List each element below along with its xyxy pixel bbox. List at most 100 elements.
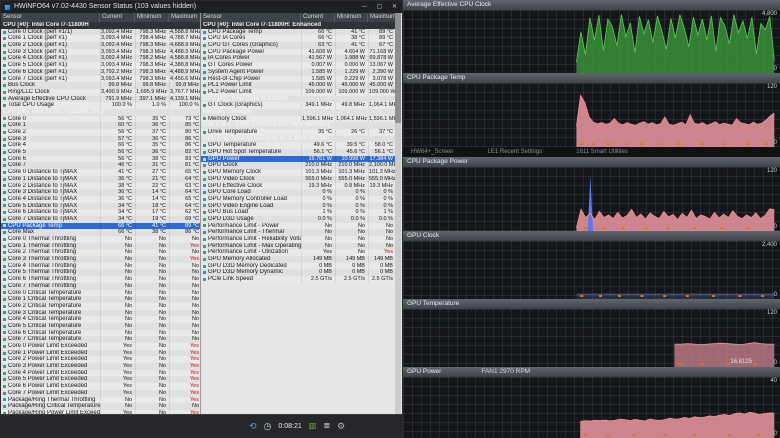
sensor-row[interactable]: Performance Limit - Reliability VoltageN… xyxy=(201,236,395,243)
sensor-row[interactable]: GPU Memory Controller Load0 %0 %0 % xyxy=(201,196,395,203)
sensor-row[interactable]: Core Max66 °C38 °C86 °C xyxy=(1,229,200,236)
column-header-sensor[interactable]: Sensor xyxy=(1,13,100,22)
sensor-row[interactable]: Core 3 Distance to TjMAX36 °C14 °C64 °C xyxy=(1,189,200,196)
sensor-row[interactable]: Core 7 Thermal ThrottlingNoNoNo xyxy=(1,283,200,290)
sensor-section-header[interactable]: CPU [#0]: Intel Core i7-11800H: Enhanced xyxy=(201,22,395,29)
sensor-row[interactable]: Core 5 Distance to TjMAX34 °C18 °C64 °C xyxy=(1,203,200,210)
sensor-row[interactable]: Bus Clock99.8 MHz99.8 MHz99.8 MHz xyxy=(1,82,200,89)
sensor-row[interactable]: Core 1 Distance to TjMAX36 °C21 °C64 °C xyxy=(1,176,200,183)
sensor-row[interactable]: Core 6 Distance to TjMAX34 °C17 °C62 °C xyxy=(1,209,200,216)
sensor-row[interactable]: Core 2 Clock (perf #1)3,092.4 MHz798.3 M… xyxy=(1,42,200,49)
sensor-row[interactable]: Core 7 Clock (perf #1)3,093.4 MHz798.3 M… xyxy=(1,76,200,83)
sensor-row[interactable]: GPU Hot Spot Temperature56.1 °C45.6 °C56… xyxy=(201,149,395,156)
sensor-row[interactable]: GPU Power16.761 W10.998 W17.384 W xyxy=(201,156,395,163)
sensor-row[interactable]: GT Clock (Graphics)349.1 MHz49.8 MHz1,06… xyxy=(201,102,395,109)
column-header-current[interactable]: Current xyxy=(100,13,135,22)
column-header-current[interactable]: Current xyxy=(301,13,335,22)
sensor-row[interactable]: Core 746 °C31 °C81 °C xyxy=(1,162,200,169)
graph-icon[interactable]: ▥ xyxy=(309,415,317,437)
sensor-row[interactable]: Performance Limit - ThermalNoNoNo xyxy=(201,229,395,236)
sensor-row[interactable]: Average Effective CPU Clock791.9 MHz397.… xyxy=(1,96,200,103)
settings-gear-icon[interactable]: ⚙ xyxy=(337,415,345,437)
sensor-row[interactable]: Core 0 Distance to TjMAX41 °C27 °C65 °C xyxy=(1,169,200,176)
sensor-row[interactable]: Core 5 Critical TemperatureNoNoNo xyxy=(1,323,200,330)
sensor-row[interactable]: Core 3 Critical TemperatureNoNoNo xyxy=(1,310,200,317)
graph-titlebar[interactable]: GPU PowerFAN1 2970 RPM xyxy=(403,367,780,377)
sensor-row[interactable]: GPU Temperature49.6 °C39.5 °C58.0 °C xyxy=(201,142,395,149)
column-header-minimum[interactable]: Minimum xyxy=(135,13,169,22)
graph-titlebar[interactable]: Average Effective CPU Clock xyxy=(403,0,780,10)
sensor-section-header[interactable]: GPU [#1]: NVIDIA GeForce RTX 3070 Mobile xyxy=(201,136,395,143)
sensor-row[interactable]: PCIe Link Speed2.5 GT/s2.5 GT/s2.5 GT/s xyxy=(201,276,395,283)
sensor-row[interactable]: Core 4 Distance to TjMAX36 °C14 °C65 °C xyxy=(1,196,200,203)
sensor-row[interactable]: Core 5 Power Limit ExceededYesNoYes xyxy=(1,376,200,383)
sensor-row[interactable]: Core 3 Thermal ThrottlingNoNoYes xyxy=(1,256,200,263)
sensor-row[interactable]: Core 556 °C36 °C82 °C xyxy=(1,149,200,156)
sensor-row[interactable]: Core 0 Clock (perf #1/1)3,092.4 MHz798.3… xyxy=(1,29,200,36)
sensor-row[interactable]: Core 7 Critical TemperatureNoNoNo xyxy=(1,336,200,343)
sensor-row[interactable]: Core 056 °C35 °C73 °C xyxy=(1,116,200,123)
graph-titlebar[interactable]: GPU Temperature xyxy=(403,299,780,309)
sensor-row[interactable]: Core 5 Thermal ThrottlingNoNoNo xyxy=(1,269,200,276)
sensor-section-header[interactable]: CPU [#0]: Intel Core i7-11800H: DTS xyxy=(1,109,200,116)
sensor-row[interactable]: Core 160 °C36 °C85 °C xyxy=(1,122,200,129)
window-titlebar[interactable]: HWiNFO64 v7.02-4430 Sensor Status (103 v… xyxy=(1,1,402,13)
sensor-section-header[interactable]: CPU [#0]: Intel Core i7-11800H xyxy=(1,22,200,29)
sensor-row[interactable]: Core 7 Distance to TjMAX34 °C19 °C69 °C xyxy=(1,216,200,223)
minimize-button[interactable]: ─ xyxy=(357,1,372,13)
sensor-row[interactable]: Core 2 Critical TemperatureNoNoNo xyxy=(1,303,200,310)
sensor-row[interactable]: Core 5 Clock (perf #1)3,093.4 MHz798.3 M… xyxy=(1,62,200,69)
sensor-row[interactable]: GPU D3D Memory Dedicated0 MB0 MB0 MB xyxy=(201,263,395,270)
sensor-row[interactable]: Core 4 Power Limit ExceededYesNoYes xyxy=(1,370,200,377)
sensor-row[interactable]: Core 1 Thermal ThrottlingNoNoYes xyxy=(1,243,200,250)
sensor-row[interactable]: Performance Limit - UtilizationYesNoYes xyxy=(201,249,395,256)
sensor-row[interactable]: Core 256 °C37 °C80 °C xyxy=(1,129,200,136)
reset-values-icon[interactable]: ⟲ xyxy=(249,415,257,437)
sensor-row[interactable]: Package/Ring Thermal ThrottlingNoNoYes xyxy=(1,397,200,404)
sensor-row[interactable]: GPU Effective Clock19.3 MHz0.8 MHz19.3 M… xyxy=(201,183,395,190)
maximize-button[interactable]: ▢ xyxy=(372,1,387,13)
sensor-row[interactable]: Core 6 Thermal ThrottlingNoNoNo xyxy=(1,276,200,283)
sensor-row[interactable]: Core 357 °C36 °C86 °C xyxy=(1,136,200,143)
sensor-row[interactable]: PL1 Power Limit45.000 W45.000 W45.000 W xyxy=(201,82,395,89)
scrollbar-thumb[interactable] xyxy=(395,13,401,123)
sensor-row[interactable]: PL2 Power Limit109.000 W109.000 W109.000… xyxy=(201,89,395,96)
sensor-row[interactable]: GPU Memory Allocated149 MB149 MB149 MB xyxy=(201,256,395,263)
sensor-row[interactable]: Core 7 Power Limit ExceededYesNoYes xyxy=(1,390,200,397)
sensor-row[interactable]: Core 2 Thermal ThrottlingNoNoNo xyxy=(1,249,200,256)
sensor-row[interactable]: Core 0 Critical TemperatureNoNoNo xyxy=(1,290,200,297)
sensor-row[interactable]: GPU Memory Clock101.3 MHz101.3 MHz101.3 … xyxy=(201,169,395,176)
sensor-row[interactable]: CPU GT Cores (Graphics)63 °C41 °C67 °C xyxy=(201,42,395,49)
sensor-row[interactable]: Drive Temperature35 °C26 °C37 °C xyxy=(201,129,395,136)
sensor-row[interactable]: Core 4 Critical TemperatureNoNoNo xyxy=(1,316,200,323)
sensor-row[interactable]: GPU Core Load0 %0 %0 % xyxy=(201,189,395,196)
sensor-row[interactable]: Core 466 °C35 °C86 °C xyxy=(1,142,200,149)
sensor-row[interactable]: Core 6 Power Limit ExceededYesNoYes xyxy=(1,383,200,390)
sensor-row[interactable]: Core 4 Thermal ThrottlingNoNoNo xyxy=(1,263,200,270)
sensor-row[interactable]: Core 2 Distance to TjMAX38 °C22 °C63 °C xyxy=(1,183,200,190)
sensor-row[interactable]: Core 3 Clock (perf #1)3,093.4 MHz798.3 M… xyxy=(1,49,200,56)
sensor-row[interactable]: Core 0 Thermal ThrottlingNoNoNo xyxy=(1,236,200,243)
column-header-maximum[interactable]: Maximum xyxy=(169,13,201,22)
sensor-row[interactable]: CPU Package Temp66 °C41 °C89 °C xyxy=(201,29,395,36)
sensor-row[interactable]: CPU Package Power41.606 W4.604 W71.168 W xyxy=(201,49,395,56)
sensor-row[interactable]: GPU D3D Usage0.0 %0.0 %0.0 % xyxy=(201,216,395,223)
sensor-row[interactable]: GPU Video Engine Load0 %0 %0 % xyxy=(201,203,395,210)
sensor-row[interactable]: Memory Clock1,596.1 MHz1,064.1 MHz1,596.… xyxy=(201,116,395,123)
sensor-row[interactable]: Performance Limit - PowerNoNoNo xyxy=(201,223,395,230)
sensor-row[interactable]: Core 6 Clock (perf #1)3,792.2 MHz798.3 M… xyxy=(1,69,200,76)
sensor-row[interactable]: Core 6 Critical TemperatureNoNoNo xyxy=(1,330,200,337)
graph-titlebar[interactable]: CPU Package Power xyxy=(403,157,780,167)
sensor-row[interactable]: Rest-of-Chip Power1.585 W0.229 W3.078 W xyxy=(201,76,395,83)
sensor-row[interactable]: IA Cores Power41.567 W1.988 W69.878 W xyxy=(201,55,395,62)
sensor-row[interactable]: GPU Bus Load1 %0 %1 % xyxy=(201,209,395,216)
graph-titlebar[interactable]: CPU Package Temp xyxy=(403,73,780,83)
sensor-row[interactable]: System Agent Power1.585 W1.229 W2.390 W xyxy=(201,69,395,76)
column-header-sensor[interactable]: Sensor xyxy=(201,13,301,22)
sensor-row[interactable]: Package/Ring Critical TemperatureNoNoNo xyxy=(1,403,200,410)
sensor-row[interactable]: CPU Package Temp66 °C41 °C89 °C xyxy=(1,223,200,230)
report-icon[interactable]: ≣ xyxy=(323,415,330,437)
vertical-scrollbar[interactable] xyxy=(395,13,401,415)
sensor-row[interactable]: GPU Video Clock555.0 MHz555.0 MHz555.0 M… xyxy=(201,176,395,183)
sensor-row[interactable]: Core 2 Power Limit ExceededYesNoYes xyxy=(1,356,200,363)
